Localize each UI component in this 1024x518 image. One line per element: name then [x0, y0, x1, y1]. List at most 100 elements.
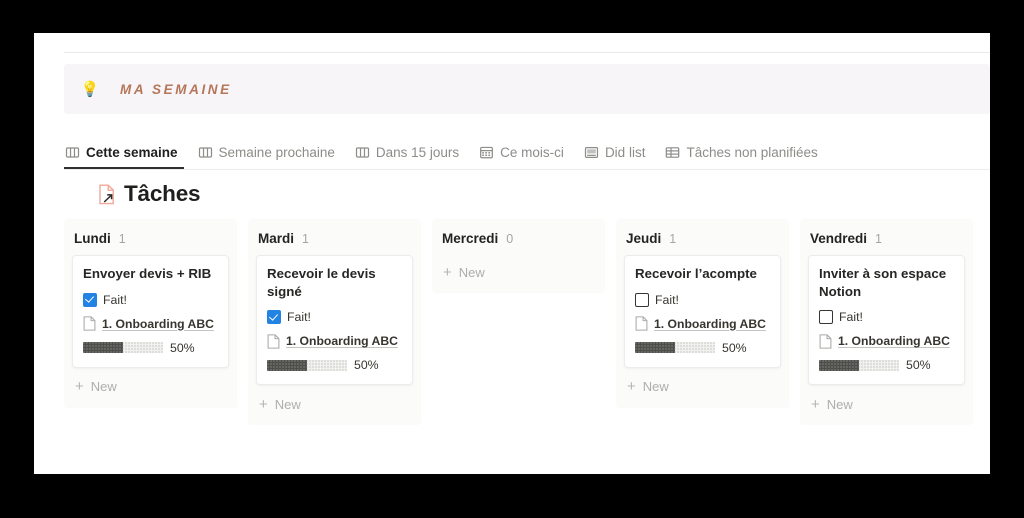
new-card-label: New: [458, 264, 485, 280]
progress-property-row: 50%: [635, 340, 770, 356]
board-view-icon: [355, 145, 370, 160]
relation-property-row: 1. Onboarding ABC: [267, 333, 402, 349]
column-name: Mardi: [258, 231, 295, 246]
relation-link[interactable]: 1. Onboarding ABC: [838, 334, 950, 348]
column-name: Vendredi: [810, 231, 868, 246]
done-property-row: Fait!: [83, 292, 218, 308]
callout-text: MA SEMAINE: [120, 81, 232, 97]
done-label: Fait!: [287, 310, 311, 325]
tab-label: Dans 15 jours: [375, 145, 460, 160]
tab-label: Ce mois-ci: [500, 145, 564, 160]
page-title-text: Tâches: [124, 181, 201, 206]
calendar-view-icon: [479, 145, 494, 160]
new-card-button[interactable]: + New: [70, 372, 231, 402]
column-header[interactable]: Jeudi 1: [616, 219, 789, 255]
progress-property-row: 50%: [83, 340, 218, 356]
task-card[interactable]: Recevoir l’acompte Fait! 1. Onboarding ABC…: [624, 255, 781, 368]
done-checkbox[interactable]: [635, 292, 649, 307]
column-header[interactable]: Lundi 1: [64, 219, 237, 255]
progress-bar: [83, 342, 163, 354]
progress-bar: [267, 359, 347, 371]
column-count: 1: [118, 232, 126, 246]
board-column: Lundi 1 Envoyer devis + RIB Fait! 1. Onboard…: [64, 219, 237, 408]
done-property-row: Fait!: [267, 309, 402, 325]
lightbulb-icon: 💡: [80, 80, 100, 98]
kanban-board: Lundi 1 Envoyer devis + RIB Fait! 1. Onboard…: [64, 219, 990, 426]
new-card-label: New: [826, 396, 853, 412]
new-card-button[interactable]: + New: [806, 389, 967, 419]
page-icon: [267, 333, 280, 349]
top-divider: [64, 52, 990, 53]
column-header[interactable]: Mercredi 0: [432, 219, 605, 255]
column-name: Jeudi: [626, 231, 662, 246]
column-count: 1: [875, 232, 882, 246]
plus-icon: +: [443, 263, 452, 281]
task-title: Envoyer devis + RIB: [83, 266, 212, 281]
new-card-label: New: [274, 396, 301, 412]
view-tab-bar: Cette semaine Semaine prochaine Dans 15 jo…: [64, 136, 990, 170]
progress-bar: [819, 359, 899, 371]
column-count: 1: [302, 232, 309, 246]
relation-property-row: 1. Onboarding ABC: [819, 333, 954, 349]
column-name: Mercredi: [442, 231, 499, 246]
plus-icon: +: [811, 395, 820, 413]
new-card-label: New: [642, 379, 669, 395]
table-view-icon: [665, 145, 680, 160]
done-checkbox[interactable]: [267, 310, 281, 325]
plus-icon: +: [259, 395, 268, 413]
board-view-icon: [198, 145, 213, 160]
progress-value: 50%: [906, 358, 931, 373]
done-checkbox[interactable]: [819, 310, 833, 325]
board-column: Vendredi 1 Inviter à son espace Notion Fait…: [800, 219, 973, 426]
task-title: Inviter à son espace Notion: [819, 266, 947, 299]
relation-link[interactable]: 1. Onboarding ABC: [102, 317, 214, 331]
new-card-button[interactable]: + New: [438, 257, 599, 287]
board-column: Mardi 1 Recevoir le devis signé Fait! 1. Onb…: [248, 219, 421, 426]
page-title: Tâches: [98, 181, 201, 207]
progress-value: 50%: [722, 340, 747, 355]
tab-label: Cette semaine: [86, 145, 178, 160]
progress-property-row: 50%: [819, 357, 954, 373]
done-label: Fait!: [839, 310, 863, 325]
tab-did-list[interactable]: Did list: [574, 136, 656, 169]
done-checkbox[interactable]: [83, 292, 97, 307]
relation-link[interactable]: 1. Onboarding ABC: [654, 317, 766, 331]
progress-value: 50%: [170, 340, 195, 355]
column-header[interactable]: Mardi 1: [248, 219, 421, 255]
page-icon: [635, 316, 648, 331]
new-card-button[interactable]: + New: [254, 389, 415, 419]
tab-cette-semaine[interactable]: Cette semaine: [64, 136, 188, 169]
callout-banner: 💡 MA SEMAINE: [64, 64, 990, 114]
tab-ce-mois-ci[interactable]: Ce mois-ci: [469, 136, 574, 169]
tab-t-ches-non-planifi-es[interactable]: Tâches non planifiées: [655, 136, 827, 169]
done-property-row: Fait!: [635, 292, 770, 308]
tab-label: Did list: [604, 145, 646, 160]
task-title: Recevoir l’acompte: [635, 266, 757, 281]
progress-bar-fill: [83, 342, 123, 354]
board-column: Mercredi 0 + New: [432, 219, 605, 293]
progress-bar-fill: [819, 359, 859, 371]
column-header[interactable]: Vendredi 1: [800, 219, 973, 255]
done-label: Fait!: [655, 292, 679, 307]
progress-bar-fill: [267, 359, 307, 371]
done-property-row: Fait!: [819, 309, 954, 325]
column-name: Lundi: [74, 231, 111, 246]
column-count: 1: [669, 232, 677, 246]
task-card[interactable]: Recevoir le devis signé Fait! 1. Onboardin…: [256, 255, 413, 386]
tab-semaine-prochaine[interactable]: Semaine prochaine: [188, 136, 345, 169]
page-link-icon: [99, 184, 114, 204]
relation-property-row: 1. Onboarding ABC: [635, 316, 770, 332]
task-card[interactable]: Envoyer devis + RIB Fait! 1. Onboarding AB…: [72, 255, 229, 368]
relation-link[interactable]: 1. Onboarding ABC: [286, 334, 398, 348]
new-card-button[interactable]: + New: [622, 372, 783, 402]
task-card[interactable]: Inviter à son espace Notion Fait! 1. Onboa…: [808, 255, 965, 386]
app-window: 💡 MA SEMAINE Cette semaine Semaine procha…: [34, 33, 990, 474]
page-icon: [83, 316, 96, 331]
page-icon: [819, 333, 832, 349]
task-title: Recevoir le devis signé: [267, 266, 376, 299]
tab-label: Tâches non planifiées: [686, 145, 818, 160]
board-view-icon: [65, 145, 80, 160]
tab-label: Semaine prochaine: [218, 145, 335, 160]
tab-dans-15-jours[interactable]: Dans 15 jours: [345, 136, 469, 169]
new-card-label: New: [90, 379, 117, 395]
